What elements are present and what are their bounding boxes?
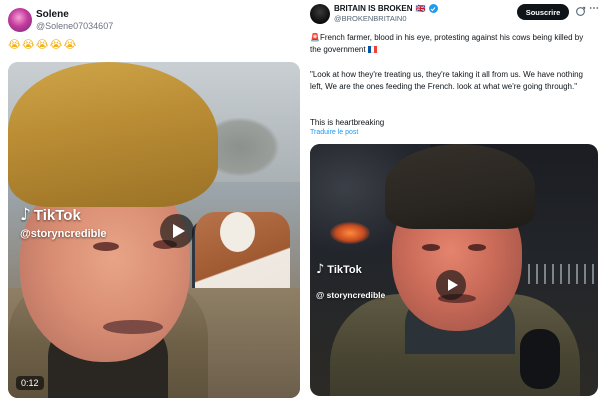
video-frame-eye [422, 244, 440, 251]
tiktok-logo-icon: ♪ [316, 262, 325, 277]
tiktok-logo-icon: ♪ [20, 205, 31, 225]
video-frame-beanie [385, 144, 535, 229]
video-player[interactable]: ♪ TikTok @ storyncredible [310, 144, 598, 396]
video-frame-eye [468, 244, 486, 251]
crying-emoji: 😭 [21, 38, 35, 51]
crying-emoji: 😭 [49, 38, 63, 51]
left-post: Solene @Solene07034607 😭 😭 😭 😭 😭 ♪ TikTo… [0, 0, 306, 400]
tiktok-brand-label: TikTok [327, 263, 362, 276]
french-flag-icon [367, 45, 377, 53]
verified-badge-icon [428, 4, 438, 13]
more-options-icon[interactable]: ⋯ [589, 3, 599, 14]
uk-flag-icon: 🇬🇧 [415, 4, 426, 13]
video-duration: 0:12 [16, 376, 44, 390]
video-frame-fence [528, 264, 598, 284]
video-frame-microphone [520, 329, 560, 389]
post-text-line: French farmer, blood in his eye, protest… [310, 33, 584, 54]
play-button[interactable] [436, 270, 466, 300]
tiktok-username: @ storyncredible [316, 290, 386, 300]
post-text-emoji: 😭 😭 😭 😭 😭 [8, 38, 76, 51]
author-handle[interactable]: @Solene07034607 [36, 21, 113, 31]
tiktok-watermark: ♪ TikTok [20, 205, 81, 225]
right-post: BRITAIN IS BROKEN 🇬🇧 @BROKENBRITAIN0 Sou… [306, 0, 600, 400]
play-icon [447, 279, 458, 291]
video-frame-beanie [8, 62, 218, 207]
tiktok-username: @storyncredible [20, 228, 107, 240]
author-name[interactable]: Solene [36, 9, 69, 20]
video-frame-fire [330, 222, 370, 244]
post-quote: "Look at how they're treating us, they'r… [310, 70, 584, 91]
siren-icon: 🚨 [310, 33, 320, 42]
post-text: 🚨French farmer, blood in his eye, protes… [310, 32, 596, 55]
crying-emoji: 😭 [35, 38, 49, 51]
avatar[interactable] [8, 8, 32, 32]
crying-emoji: 😭 [8, 38, 21, 51]
post-comment: This is heartbreaking [310, 118, 385, 127]
avatar[interactable] [310, 4, 330, 24]
crying-emoji: 😭 [63, 38, 77, 51]
video-player[interactable]: ♪ TikTok @storyncredible 0:12 [8, 62, 300, 398]
translate-post-link[interactable]: Traduire le post [310, 129, 358, 136]
play-icon [172, 224, 185, 238]
grok-icon[interactable] [575, 6, 586, 17]
author-name[interactable]: BRITAIN IS BROKEN [334, 4, 413, 13]
video-frame-eye [93, 242, 119, 251]
author-name-row[interactable]: BRITAIN IS BROKEN 🇬🇧 [334, 4, 438, 13]
play-button[interactable] [160, 214, 194, 248]
video-frame-mouth [103, 320, 163, 334]
video-frame-cow-head [220, 212, 255, 252]
subscribe-button[interactable]: Souscrire [517, 4, 569, 20]
tiktok-brand-label: TikTok [33, 206, 81, 224]
author-handle[interactable]: @BROKENBRITAIN0 [334, 14, 407, 23]
tiktok-watermark: ♪ TikTok [316, 262, 362, 277]
